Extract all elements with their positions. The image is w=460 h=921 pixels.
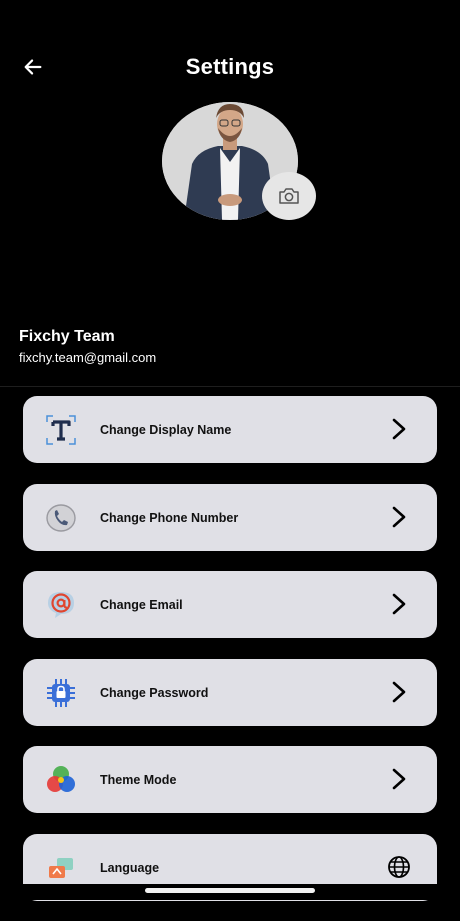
- chevron-right-icon: [387, 767, 411, 791]
- chevron-right-icon: [387, 680, 411, 704]
- chip-lock-icon: [45, 677, 77, 709]
- change-photo-button[interactable]: [262, 172, 316, 220]
- item-label: Change Password: [100, 685, 209, 700]
- translate-icon: [45, 852, 77, 884]
- settings-menu: Change Display Name Change Phone Number …: [23, 396, 437, 921]
- theme-mode-item[interactable]: Theme Mode: [23, 746, 437, 813]
- change-email-item[interactable]: Change Email: [23, 571, 437, 638]
- item-label: Language: [100, 860, 160, 875]
- chevron-right-icon: [387, 592, 411, 616]
- change-display-name-item[interactable]: Change Display Name: [23, 396, 437, 463]
- globe-icon: [387, 855, 411, 879]
- top-bar: Settings: [0, 44, 460, 90]
- chevron-right-icon: [387, 417, 411, 441]
- color-circles-icon: [45, 764, 77, 796]
- item-label: Change Phone Number: [100, 510, 239, 525]
- profile-name: Fixchy Team: [19, 328, 115, 345]
- home-indicator[interactable]: [145, 888, 315, 893]
- item-label: Theme Mode: [100, 773, 177, 787]
- change-phone-number-item[interactable]: Change Phone Number: [23, 483, 437, 551]
- text-t-icon: [45, 414, 77, 446]
- at-sign-icon: [45, 589, 77, 621]
- page-title: Settings: [185, 54, 275, 79]
- divider: [0, 386, 460, 387]
- phone-icon: [45, 502, 77, 534]
- change-password-item[interactable]: Change Password: [23, 658, 437, 726]
- camera-icon: [279, 188, 299, 204]
- profile-email: fixchy.team@gmail.com: [19, 350, 157, 365]
- avatar-section: [162, 102, 316, 220]
- item-label: Change Display Name: [100, 423, 232, 437]
- item-label: Change Email: [100, 598, 183, 612]
- chevron-right-icon: [387, 505, 411, 529]
